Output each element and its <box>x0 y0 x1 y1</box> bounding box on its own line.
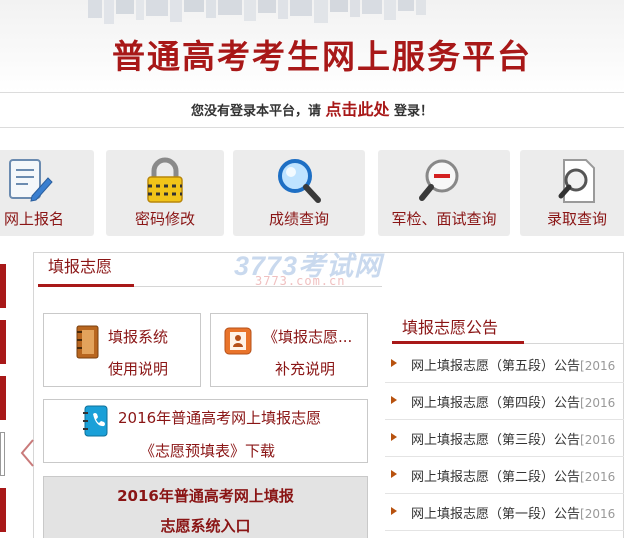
padlock-icon <box>147 157 183 203</box>
volunteer-system-entry-button[interactable]: 2016年普通高考网上填报 志愿系统入口 <box>43 476 368 538</box>
magnifier-icon <box>278 159 321 203</box>
system-guide-button[interactable]: 填报系统 使用说明 <box>43 313 201 387</box>
entry-line1: 2016年普通高考网上填报 <box>117 487 294 505</box>
tab-divider <box>134 286 382 287</box>
notice-item[interactable]: 网上填报志愿（第三段）公告[2016 <box>385 420 624 457</box>
login-prompt-bar: 您没有登录本平台，请 点击此处 登录！ <box>0 92 624 128</box>
nav-tile-label: 密码修改 <box>134 210 195 228</box>
notice-date: [2016 <box>580 359 616 373</box>
city-skyline-decoration <box>88 0 426 24</box>
tab-active-underline <box>38 284 134 287</box>
tab-volunteer[interactable]: 填报志愿 <box>40 252 132 288</box>
download-line1: 2016年普通高考网上填报志愿 <box>118 409 322 427</box>
system-guide-line2: 使用说明 <box>108 360 169 378</box>
notice-item[interactable]: 网上填报志愿（第五段）公告[2016 <box>385 346 624 383</box>
supplement-notes-button[interactable]: 《填报志愿... 补充说明 <box>210 313 368 387</box>
notice-title-underline <box>392 341 524 344</box>
nav-tile-label: 网上报名 <box>3 210 64 228</box>
notice-date: [2016 <box>580 433 616 447</box>
nav-tile-military-interview[interactable]: 军检、面试查询 <box>378 150 510 236</box>
form-edit-icon <box>9 159 53 202</box>
magnifier-minus-icon <box>419 159 459 201</box>
arrow-right-icon <box>391 470 397 478</box>
site-title: 普通高考考生网上服务平台 <box>112 37 532 76</box>
nav-tile-label: 军检、面试查询 <box>391 210 497 228</box>
download-form-button[interactable]: 2016年普通高考网上填报志愿 《志愿预填表》下载 <box>43 399 368 463</box>
nav-tile-label: 成绩查询 <box>268 210 329 228</box>
login-link[interactable]: 点击此处 <box>325 100 389 119</box>
document-search-icon <box>558 159 595 203</box>
left-sidebar-edge <box>0 250 14 538</box>
notebook-icon <box>76 325 99 359</box>
chevron-left-icon[interactable] <box>19 438 35 468</box>
contact-card-icon <box>224 327 252 355</box>
notice-text: 网上填报志愿（第三段）公告 <box>411 433 581 448</box>
nav-tile-scores[interactable]: 成绩查询 <box>233 150 365 236</box>
login-prompt-prefix: 您没有登录本平台，请 <box>190 104 321 119</box>
entry-line2: 志愿系统入口 <box>160 517 251 535</box>
notice-item[interactable]: 网上填报志愿（第二段）公告[2016 <box>385 457 624 494</box>
notice-text: 网上填报志愿（第二段）公告 <box>411 470 581 485</box>
download-line2: 《志愿预填表》下载 <box>140 442 276 460</box>
notice-section-title: 填报志愿公告 <box>402 318 499 337</box>
system-guide-line1: 填报系统 <box>108 328 169 346</box>
arrow-right-icon <box>391 433 397 441</box>
supplement-line1: 《填报志愿... <box>263 328 353 346</box>
notice-date: [2016 <box>580 470 616 484</box>
notice-item[interactable]: 网上填报志愿（第四段）公告[2016 <box>385 383 624 420</box>
arrow-right-icon <box>391 507 397 515</box>
nav-tile-registration[interactable]: 网上报名 <box>0 150 94 236</box>
nav-tile-password[interactable]: 密码修改 <box>106 150 224 236</box>
supplement-line2: 补充说明 <box>275 360 336 378</box>
header-banner: 普通高考考生网上服务平台 <box>0 0 624 92</box>
notice-text: 网上填报志愿（第四段）公告 <box>411 396 581 411</box>
notice-text: 网上填报志愿（第一段）公告 <box>411 507 581 522</box>
login-prompt-suffix: 登录！ <box>394 104 434 119</box>
notice-item[interactable]: 网上填报志愿（第一段）公告[2016 <box>385 494 624 531</box>
notice-text: 网上填报志愿（第五段）公告 <box>411 359 581 374</box>
notice-date: [2016 <box>580 507 616 521</box>
notice-section-header: 填报志愿公告 <box>392 308 624 344</box>
arrow-right-icon <box>391 396 397 404</box>
arrow-right-icon <box>391 359 397 367</box>
notice-divider <box>524 343 624 344</box>
nav-tile-label: 录取查询 <box>546 210 607 228</box>
nav-tile-admission[interactable]: 录取查询 <box>520 150 624 236</box>
phone-book-icon <box>83 405 108 437</box>
notice-date: [2016 <box>580 396 616 410</box>
